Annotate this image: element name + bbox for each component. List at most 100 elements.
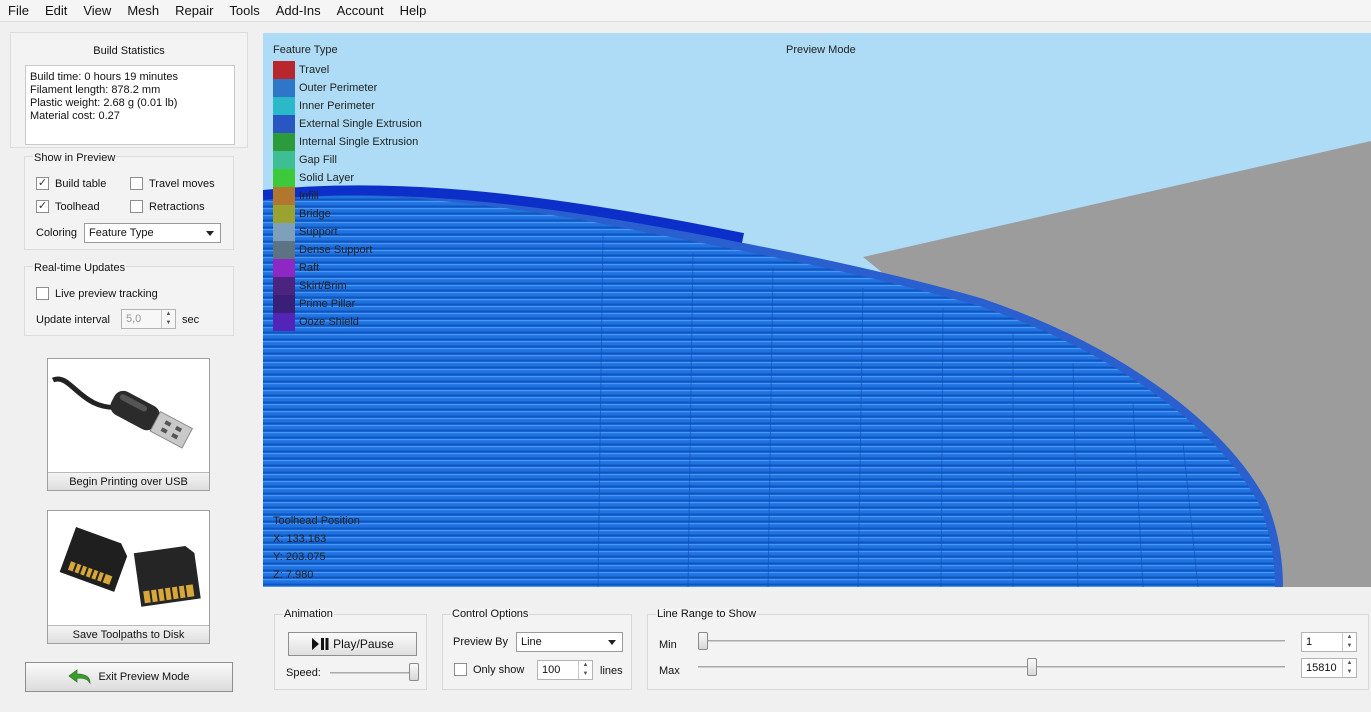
play-pause-button[interactable]: Play/Pause — [288, 632, 417, 656]
live-preview-check-box[interactable] — [36, 287, 49, 300]
max-spinbox[interactable]: 15810 ▲ ▼ — [1301, 658, 1357, 678]
legend-item: Infill — [273, 187, 422, 205]
preview-viewport[interactable]: Feature Type Preview Mode Travel Outer Pe… — [263, 33, 1371, 587]
min-slider-handle[interactable] — [698, 632, 708, 650]
legend-item: Prime Pillar — [273, 295, 422, 313]
menu-edit[interactable]: Edit — [37, 0, 75, 22]
feature-type-legend: Travel Outer Perimeter Inner Perimeter Exte… — [273, 61, 422, 331]
spin-up-icon[interactable]: ▲ — [1343, 633, 1356, 642]
speed-slider-handle[interactable] — [409, 663, 419, 681]
legend-swatch — [273, 241, 295, 259]
toolhead-check-box[interactable]: ✓ — [36, 200, 49, 213]
play-pause-icon — [312, 638, 329, 650]
spin-up-icon[interactable]: ▲ — [579, 661, 592, 670]
spin-buttons[interactable]: ▲ ▼ — [1342, 659, 1356, 677]
legend-label: Skirt/Brim — [299, 280, 347, 292]
chevron-down-icon — [206, 231, 214, 236]
legend-swatch — [273, 223, 295, 241]
retractions-label: Retractions — [149, 200, 205, 213]
legend-label: Bridge — [299, 208, 331, 220]
preview-mode-label: Preview Mode — [786, 44, 856, 56]
update-interval-spinbox[interactable]: 5,0 ▲ ▼ — [121, 309, 176, 329]
spin-buttons[interactable]: ▲ ▼ — [1342, 633, 1356, 651]
min-spinbox[interactable]: 1 ▲ ▼ — [1301, 632, 1357, 652]
spin-down-icon[interactable]: ▼ — [579, 670, 592, 679]
spin-down-icon[interactable]: ▼ — [162, 319, 175, 328]
show-in-preview-group: Show in Preview ✓ Build table Travel mov… — [24, 152, 234, 250]
build-table-label: Build table — [55, 177, 107, 190]
menu-tools[interactable]: Tools — [221, 0, 267, 22]
menu-file[interactable]: File — [0, 0, 37, 22]
menu-mesh[interactable]: Mesh — [119, 0, 167, 22]
min-slider[interactable] — [698, 640, 1285, 642]
spin-buttons[interactable]: ▲ ▼ — [578, 661, 592, 679]
chevron-down-icon — [608, 640, 616, 645]
menu-help[interactable]: Help — [392, 0, 435, 22]
toolhead-y: Y: 203.075 — [273, 551, 326, 563]
legend-item: Support — [273, 223, 422, 241]
legend-label: Ooze Shield — [299, 316, 359, 328]
only-show-unit: lines — [600, 665, 623, 677]
save-toolpaths-disk-button[interactable]: Save Toolpaths to Disk — [47, 510, 210, 644]
filament-length: Filament length: 878.2 mm — [30, 84, 161, 96]
only-show-label: Only show — [473, 663, 525, 676]
spin-up-icon[interactable]: ▲ — [1343, 659, 1356, 668]
legend-title: Feature Type — [273, 44, 338, 56]
usb-cable-icon — [51, 362, 206, 470]
menu-add-ins[interactable]: Add-Ins — [268, 0, 329, 22]
legend-item: Raft — [273, 259, 422, 277]
live-preview-checkbox[interactable]: Live preview tracking — [36, 287, 158, 300]
menu-account[interactable]: Account — [329, 0, 392, 22]
coloring-label: Coloring — [36, 227, 77, 239]
exit-preview-label: Exit Preview Mode — [98, 671, 190, 683]
legend-item: Outer Perimeter — [273, 79, 422, 97]
speed-slider[interactable] — [330, 672, 418, 674]
coloring-select[interactable]: Feature Type — [84, 223, 221, 243]
only-show-check-box[interactable] — [454, 663, 467, 676]
spin-up-icon[interactable]: ▲ — [162, 310, 175, 319]
spin-down-icon[interactable]: ▼ — [1343, 668, 1356, 677]
spin-buttons[interactable]: ▲ ▼ — [161, 310, 175, 328]
preview-by-select[interactable]: Line — [516, 632, 623, 652]
legend-label: Solid Layer — [299, 172, 355, 184]
legend-label: Infill — [299, 190, 319, 202]
retractions-check-box[interactable] — [130, 200, 143, 213]
speed-label: Speed: — [286, 667, 321, 679]
travel-moves-checkbox[interactable]: Travel moves — [130, 177, 215, 190]
retractions-checkbox[interactable]: Retractions — [130, 200, 205, 213]
exit-preview-button[interactable]: Exit Preview Mode — [25, 662, 233, 692]
travel-moves-check-box[interactable] — [130, 177, 143, 190]
build-table-check-box[interactable]: ✓ — [36, 177, 49, 190]
travel-moves-label: Travel moves — [149, 177, 215, 190]
live-preview-label: Live preview tracking — [55, 287, 158, 300]
legend-swatch — [273, 187, 295, 205]
only-show-spinbox[interactable]: 100 ▲ ▼ — [537, 660, 593, 680]
legend-label: Prime Pillar — [299, 298, 356, 310]
bottom-panel: Animation Play/Pause Speed: Control Opti… — [263, 592, 1371, 704]
legend-item: Dense Support — [273, 241, 422, 259]
build-statistics-group: Build Statistics Build time: 0 hours 19 … — [10, 32, 248, 148]
build-table-checkbox[interactable]: ✓ Build table — [36, 177, 106, 190]
animation-title: Animation — [283, 608, 334, 620]
menu-view[interactable]: View — [75, 0, 119, 22]
toolhead-label: Toolhead — [55, 200, 100, 213]
menu-repair[interactable]: Repair — [167, 0, 221, 22]
legend-item: Internal Single Extrusion — [273, 133, 422, 151]
legend-item: Skirt/Brim — [273, 277, 422, 295]
toolhead-x: X: 133.163 — [273, 533, 327, 545]
build-time: Build time: 0 hours 19 minutes — [30, 71, 178, 83]
line-range-title: Line Range to Show — [656, 608, 758, 620]
spin-down-icon[interactable]: ▼ — [1343, 642, 1356, 651]
max-slider-handle[interactable] — [1026, 658, 1037, 676]
begin-printing-usb-button[interactable]: Begin Printing over USB — [47, 358, 210, 491]
build-statistics-title: Build Statistics — [93, 45, 165, 57]
legend-swatch — [273, 115, 295, 133]
only-show-checkbox[interactable]: Only show — [454, 663, 524, 676]
legend-swatch — [273, 205, 295, 223]
legend-swatch — [273, 277, 295, 295]
max-slider[interactable] — [698, 666, 1285, 668]
toolhead-checkbox[interactable]: ✓ Toolhead — [36, 200, 100, 213]
begin-printing-usb-label: Begin Printing over USB — [48, 472, 209, 490]
legend-label: Inner Perimeter — [299, 100, 375, 112]
legend-swatch — [273, 133, 295, 151]
